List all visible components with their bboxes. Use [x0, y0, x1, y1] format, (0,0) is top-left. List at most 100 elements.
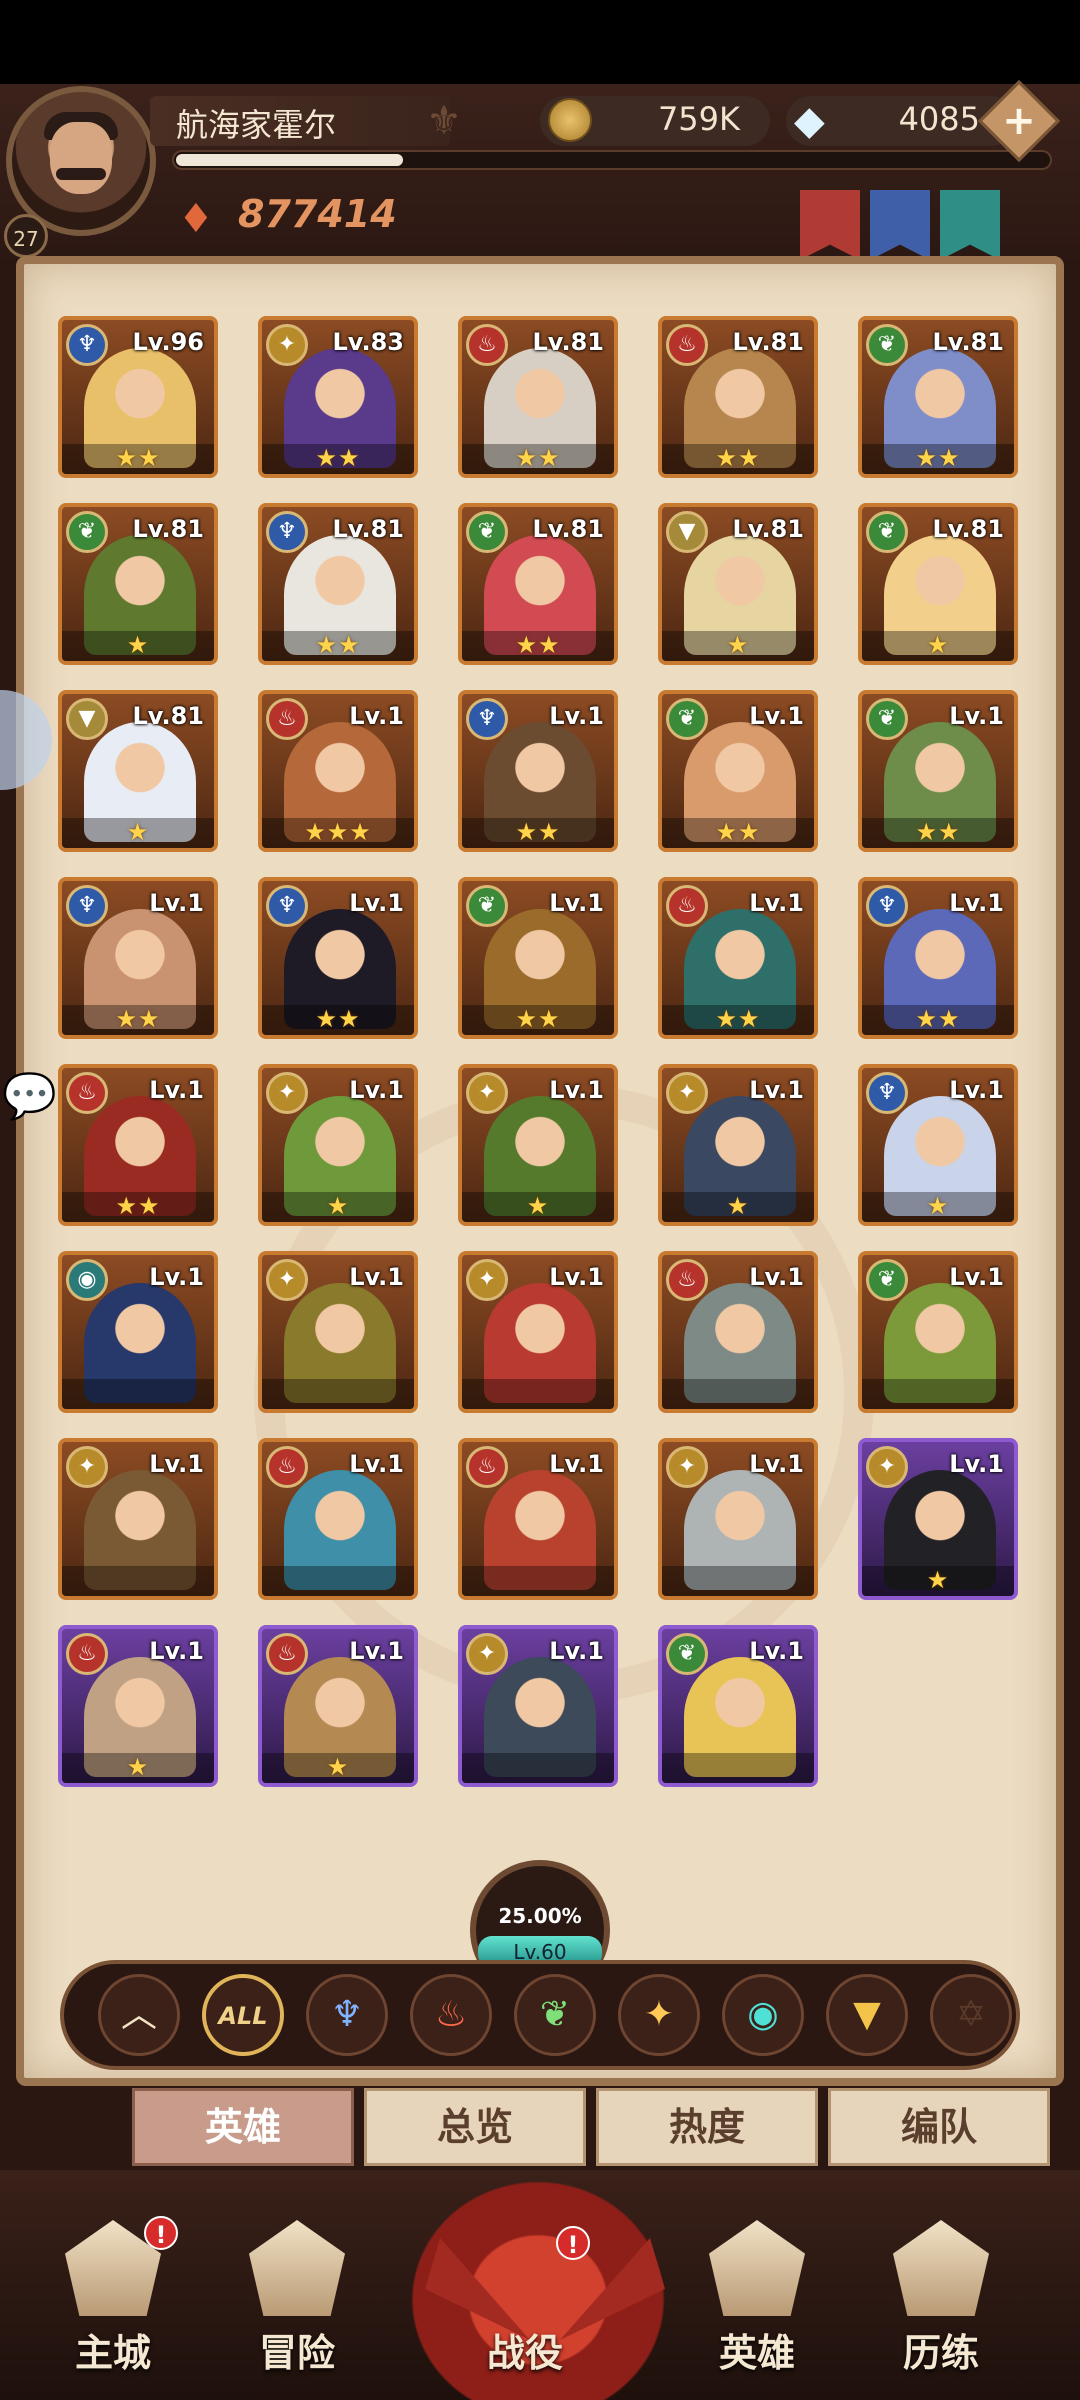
hero-level: Lv.1	[549, 1450, 604, 1478]
hero-level: Lv.1	[349, 1450, 404, 1478]
hero-card[interactable]: ♨ Lv.1 ★	[258, 1625, 418, 1787]
all-icon[interactable]: ALL	[202, 1974, 284, 2056]
hero-level: Lv.1	[549, 1637, 604, 1665]
fire-faction-icon: ♨	[66, 1633, 108, 1675]
hero-level: Lv.1	[349, 1263, 404, 1291]
void-faction-icon[interactable]: ◉	[722, 1974, 804, 2056]
hero-card[interactable]: ♨ Lv.1 ★★	[58, 1064, 218, 1226]
hero-card[interactable]: ♨ Lv.1 ★	[58, 1625, 218, 1787]
hero-level: Lv.81	[932, 328, 1005, 356]
avatar-mustache	[56, 168, 106, 180]
hero-stars: ★★	[115, 1192, 161, 1220]
nav-scroll-map[interactable]: 冒险	[222, 2220, 372, 2377]
xp-bar	[172, 150, 1052, 170]
holy-faction-icon[interactable]: ▼	[826, 1974, 908, 2056]
hero-card[interactable]: ✦ Lv.1	[458, 1625, 618, 1787]
red-banner-icon	[800, 190, 860, 260]
hero-card[interactable]: ♨ Lv.1 ★★★	[258, 690, 418, 852]
hero-stars: ★★	[715, 444, 761, 472]
hero-card[interactable]: ✦ Lv.1	[58, 1438, 218, 1600]
alert-badge: !	[556, 2226, 590, 2260]
tab-formation[interactable]: 编队	[828, 2088, 1050, 2166]
water-faction-icon: ♆	[66, 885, 108, 927]
tab-heroes[interactable]: 英雄	[132, 2088, 354, 2166]
hero-card[interactable]: ♨ Lv.1	[658, 1251, 818, 1413]
hero-card[interactable]: ✦ Lv.83 ★★	[258, 316, 418, 478]
hero-card[interactable]: ❦ Lv.1 ★★	[858, 690, 1018, 852]
alert-badge: !	[144, 2216, 178, 2250]
status-bar	[0, 0, 1080, 84]
hero-card[interactable]: ✦ Lv.1 ★	[458, 1064, 618, 1226]
hero-card[interactable]: ✦ Lv.1	[658, 1438, 818, 1600]
chevron-up-icon[interactable]: ︿	[98, 1974, 180, 2056]
power-score: 877414	[238, 192, 397, 236]
nav-label: 英雄	[718, 2331, 795, 2375]
gem-amount: 4085	[898, 100, 980, 138]
fire-faction-icon: ♨	[266, 1633, 308, 1675]
hero-card-footer	[862, 1379, 1014, 1409]
hero-card[interactable]: ♨ Lv.1	[258, 1438, 418, 1600]
hero-level: Lv.1	[149, 1450, 204, 1478]
hero-card[interactable]: ❦ Lv.81 ★★	[858, 316, 1018, 478]
water-faction-icon[interactable]: ♆	[306, 1974, 388, 2056]
hero-level: Lv.1	[749, 1076, 804, 1104]
hero-card[interactable]: ❦ Lv.1	[658, 1625, 818, 1787]
hero-card[interactable]: ♆ Lv.1 ★	[858, 1064, 1018, 1226]
hero-level: Lv.81	[532, 328, 605, 356]
hero-card[interactable]: ♆ Lv.1 ★★	[858, 877, 1018, 1039]
nature-faction-icon: ❦	[666, 1633, 708, 1675]
hero-card[interactable]: ♆ Lv.81 ★★	[258, 503, 418, 665]
hero-stars: ★★	[915, 444, 961, 472]
hero-level: Lv.83	[332, 328, 405, 356]
hero-card[interactable]: ▼ Lv.81 ★	[58, 690, 218, 852]
hero-card[interactable]: ♨ Lv.81 ★★	[458, 316, 618, 478]
hero-card[interactable]: ♨ Lv.1 ★★	[658, 877, 818, 1039]
hero-card-footer	[662, 1566, 814, 1596]
collection-percent: 25.00%	[498, 1904, 582, 1928]
hero-card[interactable]: ♆ Lv.96 ★★	[58, 316, 218, 478]
hero-stars: ★★	[715, 818, 761, 846]
fire-faction-icon[interactable]: ♨	[410, 1974, 492, 2056]
hero-level: Lv.1	[149, 1076, 204, 1104]
hero-card[interactable]: ✦ Lv.1 ★	[658, 1064, 818, 1226]
hero-level: Lv.81	[932, 515, 1005, 543]
hero-card[interactable]: ◉ Lv.1	[58, 1251, 218, 1413]
nav-label: 冒险	[258, 2331, 335, 2375]
hero-card[interactable]: ▼ Lv.81 ★	[658, 503, 818, 665]
hero-card[interactable]: ✦ Lv.1 ★	[858, 1438, 1018, 1600]
hero-card[interactable]: ✦ Lv.1	[458, 1251, 618, 1413]
hero-stars: ★★	[915, 1005, 961, 1033]
water-faction-icon: ♆	[266, 511, 308, 553]
hero-card[interactable]: ❦ Lv.1	[858, 1251, 1018, 1413]
hero-stars: ★	[126, 631, 150, 659]
nav-label: 战役	[486, 2331, 563, 2375]
light-faction-icon[interactable]: ✦	[618, 1974, 700, 2056]
hero-stars: ★	[726, 1192, 750, 1220]
hero-card[interactable]: ♆ Lv.1 ★★	[58, 877, 218, 1039]
hero-card[interactable]: ❦ Lv.81 ★★	[458, 503, 618, 665]
hero-card[interactable]: ❦ Lv.1 ★★	[658, 690, 818, 852]
hero-card-footer	[462, 1379, 614, 1409]
hero-card[interactable]: ♨ Lv.81 ★★	[658, 316, 818, 478]
light-faction-icon: ✦	[866, 1446, 908, 1488]
hero-card[interactable]: ✦ Lv.1	[258, 1251, 418, 1413]
hero-card[interactable]: ♆ Lv.1 ★★	[458, 690, 618, 852]
nav-trial[interactable]: 历练	[866, 2220, 1016, 2377]
hero-card[interactable]: ❦ Lv.81 ★	[58, 503, 218, 665]
blue-banner-icon	[870, 190, 930, 260]
hero-card[interactable]: ❦ Lv.1 ★★	[458, 877, 618, 1039]
hero-level: Lv.1	[349, 702, 404, 730]
player-level-badge: 27	[4, 214, 48, 258]
hero-stars: ★	[526, 1192, 550, 1220]
hero-card[interactable]: ❦ Lv.81 ★	[858, 503, 1018, 665]
hero-card[interactable]: ✦ Lv.1 ★	[258, 1064, 418, 1226]
hero-card[interactable]: ♆ Lv.1 ★★	[258, 877, 418, 1039]
nature-faction-icon[interactable]: ❦	[514, 1974, 596, 2056]
nature-faction-icon: ❦	[66, 511, 108, 553]
hero-stars: ★★	[915, 818, 961, 846]
nav-hero-helmet[interactable]: 英雄	[682, 2220, 832, 2377]
void-faction-icon: ◉	[66, 1259, 108, 1301]
hero-card[interactable]: ♨ Lv.1	[458, 1438, 618, 1600]
hero-stars: ★	[126, 818, 150, 846]
light-faction-icon: ✦	[266, 1072, 308, 1114]
